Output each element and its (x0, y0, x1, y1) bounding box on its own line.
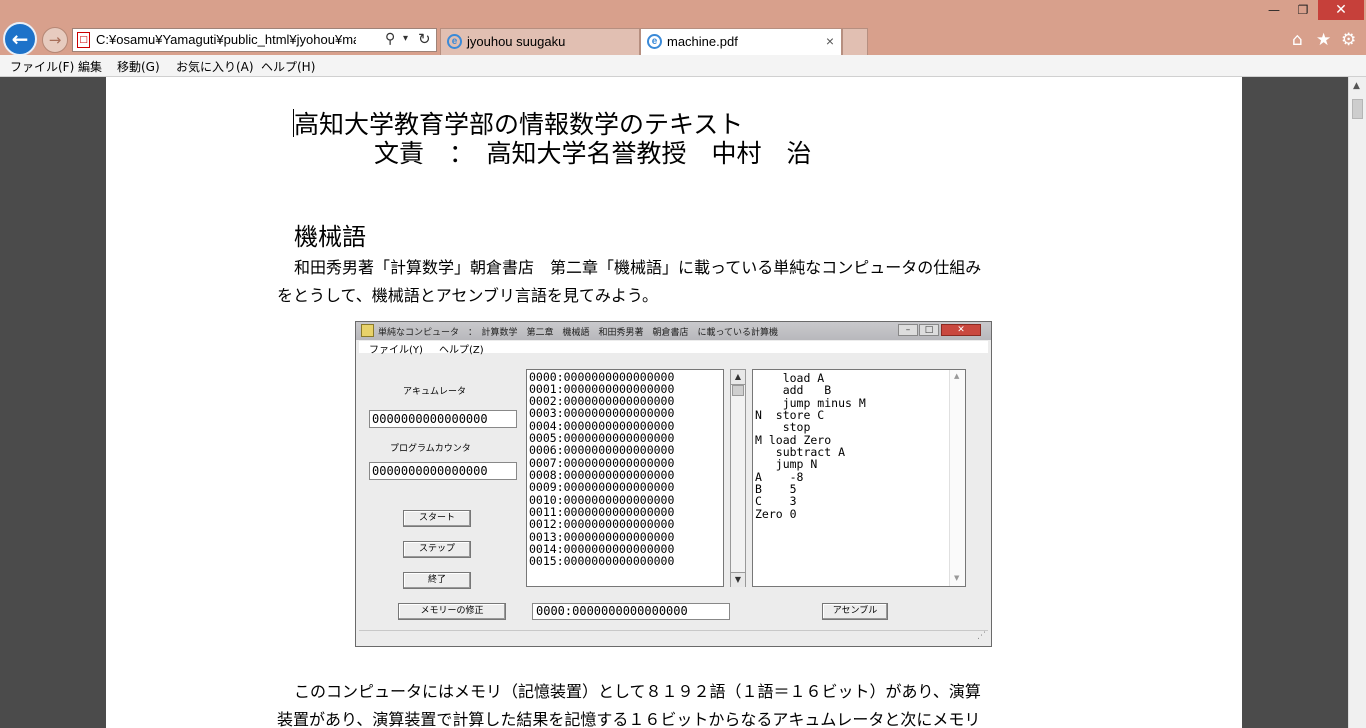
new-tab-button[interactable] (842, 28, 868, 55)
minimize-icon: — (1268, 3, 1280, 17)
back-arrow-icon: ← (11, 27, 29, 51)
modify-memory-button: メモリーの修正 (398, 603, 506, 620)
browser-menu-bar: ファイル(F) 編集 移動(G) お気に入り(A) ヘルプ(H) (0, 55, 1366, 77)
simulator-menu-file: ファイル(Y) (369, 345, 423, 356)
tab-jyouhou-suugaku[interactable]: e jyouhou suugaku (440, 28, 640, 55)
code-line: stop (755, 420, 811, 434)
back-button[interactable]: ← (3, 22, 37, 56)
simulator-window-image: 単純なコンピュータ ： 計算数学 第二章 機械語 和田秀男著 朝倉書店 に載って… (355, 321, 992, 647)
refresh-icon[interactable]: ↻ (418, 30, 431, 48)
gear-icon[interactable]: ⚙ (1341, 30, 1356, 50)
pdf-page[interactable]: 高知大学教育学部の情報数学のテキスト 文責 ： 高知大学名誉教授 中村 治 機械… (106, 77, 1242, 728)
close-icon: ✕ (941, 324, 981, 336)
resize-grip-icon: ⋰ (977, 631, 986, 641)
scroll-thumb[interactable] (1352, 99, 1363, 119)
simulator-titlebar: 単純なコンピュータ ： 計算数学 第二章 機械語 和田秀男著 朝倉書店 に載って… (356, 322, 991, 340)
scroll-up-icon[interactable]: ▲ (1353, 81, 1360, 91)
memory-edit-field: 0000:0000000000000000 (532, 603, 730, 620)
restore-button[interactable]: ❐ (1290, 0, 1316, 20)
app-icon (361, 324, 374, 337)
code-line: Zero 0 (755, 507, 797, 521)
simulator-menu-bar: ファイル(Y) ヘルプ(Z) (359, 341, 988, 356)
scroll-thumb (732, 385, 744, 396)
program-counter-label: プログラムカウンタ (390, 444, 471, 454)
memory-list: 0000:0000000000000000 0001:0000000000000… (526, 369, 724, 587)
scroll-up-icon: ▲ (731, 370, 745, 385)
close-tab-icon[interactable]: × (826, 33, 834, 49)
paragraph-line: 装置があり、演算装置で計算した結果を記憶する１６ビットからなるアキュムレータと次… (277, 710, 981, 728)
code-line: C 3 (755, 494, 797, 508)
tab-machine-pdf[interactable]: e machine.pdf × (640, 28, 842, 56)
step-button: ステップ (403, 541, 471, 558)
scroll-up-icon: ▲ (954, 372, 960, 380)
page-scrollbar[interactable]: ▲ (1348, 77, 1366, 728)
list-item: 0009:0000000000000000 (529, 480, 675, 494)
menu-go[interactable]: 移動(G) (117, 58, 160, 75)
search-icon[interactable]: ⚲ (385, 31, 395, 47)
forward-arrow-icon: → (48, 31, 62, 49)
star-icon[interactable]: ★ (1316, 30, 1331, 50)
simulator-status-bar: ⋰ (359, 630, 988, 645)
end-button: 終了 (403, 572, 471, 589)
code-scrollbar: ▲ ▼ (949, 370, 965, 586)
close-window-button[interactable]: ✕ (1318, 0, 1364, 20)
restore-icon: ❐ (1297, 3, 1309, 17)
pdf-icon: □ (77, 32, 90, 48)
paragraph-line: をとうして、機械語とアセンブリ言語を見てみよう。 (277, 286, 658, 305)
maximize-icon: □ (919, 324, 939, 336)
minimize-icon: – (898, 324, 918, 336)
simulator-menu-help: ヘルプ(Z) (439, 345, 484, 356)
menu-favorites[interactable]: お気に入り(A) (176, 58, 254, 75)
tab-label: jyouhou suugaku (467, 34, 566, 49)
forward-button[interactable]: → (42, 27, 68, 53)
program-counter-field: 0000000000000000 (369, 462, 517, 480)
paragraph-line: このコンピュータにはメモリ（記憶装置）として８１９２語（１語＝１６ビット）があり… (294, 682, 981, 701)
ie-icon: e (447, 34, 462, 49)
list-item: 0006:0000000000000000 (529, 443, 675, 457)
home-icon[interactable]: ⌂ (1292, 30, 1303, 50)
pdf-viewer[interactable]: 高知大学教育学部の情報数学のテキスト 文責 ： 高知大学名誉教授 中村 治 機械… (0, 77, 1348, 728)
menu-help[interactable]: ヘルプ(H) (261, 58, 315, 75)
accumulator-label: アキュムレータ (403, 387, 467, 397)
menu-edit[interactable]: 編集 (78, 58, 102, 75)
assemble-button: アセンブル (822, 603, 888, 620)
chevron-down-icon[interactable]: ▾ (403, 33, 408, 44)
browser-titlebar: ← → □ C:¥osamu¥Yamaguti¥public_html¥jyoh… (0, 0, 1366, 56)
memory-scrollbar: ▲ ▼ (730, 369, 746, 587)
minimize-button[interactable]: — (1262, 0, 1286, 20)
document-author: 文責 ： 高知大学名誉教授 中村 治 (374, 139, 812, 168)
address-text[interactable]: C:¥osamu¥Yamaguti¥public_html¥jyohou¥mac… (96, 32, 356, 47)
code-line: jump N (755, 457, 818, 471)
list-item: 0003:0000000000000000 (529, 406, 675, 420)
section-heading: 機械語 (294, 223, 366, 251)
scroll-down-icon: ▼ (954, 574, 960, 582)
list-item: 0015:0000000000000000 (529, 554, 675, 568)
menu-file[interactable]: ファイル(F) (10, 58, 74, 75)
tab-label: machine.pdf (667, 34, 738, 49)
simulator-title: 単純なコンピュータ ： 計算数学 第二章 機械語 和田秀男著 朝倉書店 に載って… (378, 328, 779, 338)
code-line: add B (755, 383, 832, 397)
paragraph-line: 和田秀男著「計算数学」朝倉書店 第二章「機械語」に載っている単純なコンピュータの… (294, 258, 982, 277)
start-button: スタート (403, 510, 471, 527)
assembly-code-area: load A add B jump minus M N store C stop… (752, 369, 966, 587)
close-icon: ✕ (1335, 2, 1347, 18)
accumulator-field: 0000000000000000 (369, 410, 517, 428)
list-item: 0012:0000000000000000 (529, 517, 675, 531)
address-bar[interactable]: □ C:¥osamu¥Yamaguti¥public_html¥jyohou¥m… (72, 28, 437, 52)
ie-icon: e (647, 34, 662, 49)
scroll-down-icon: ▼ (731, 572, 745, 587)
